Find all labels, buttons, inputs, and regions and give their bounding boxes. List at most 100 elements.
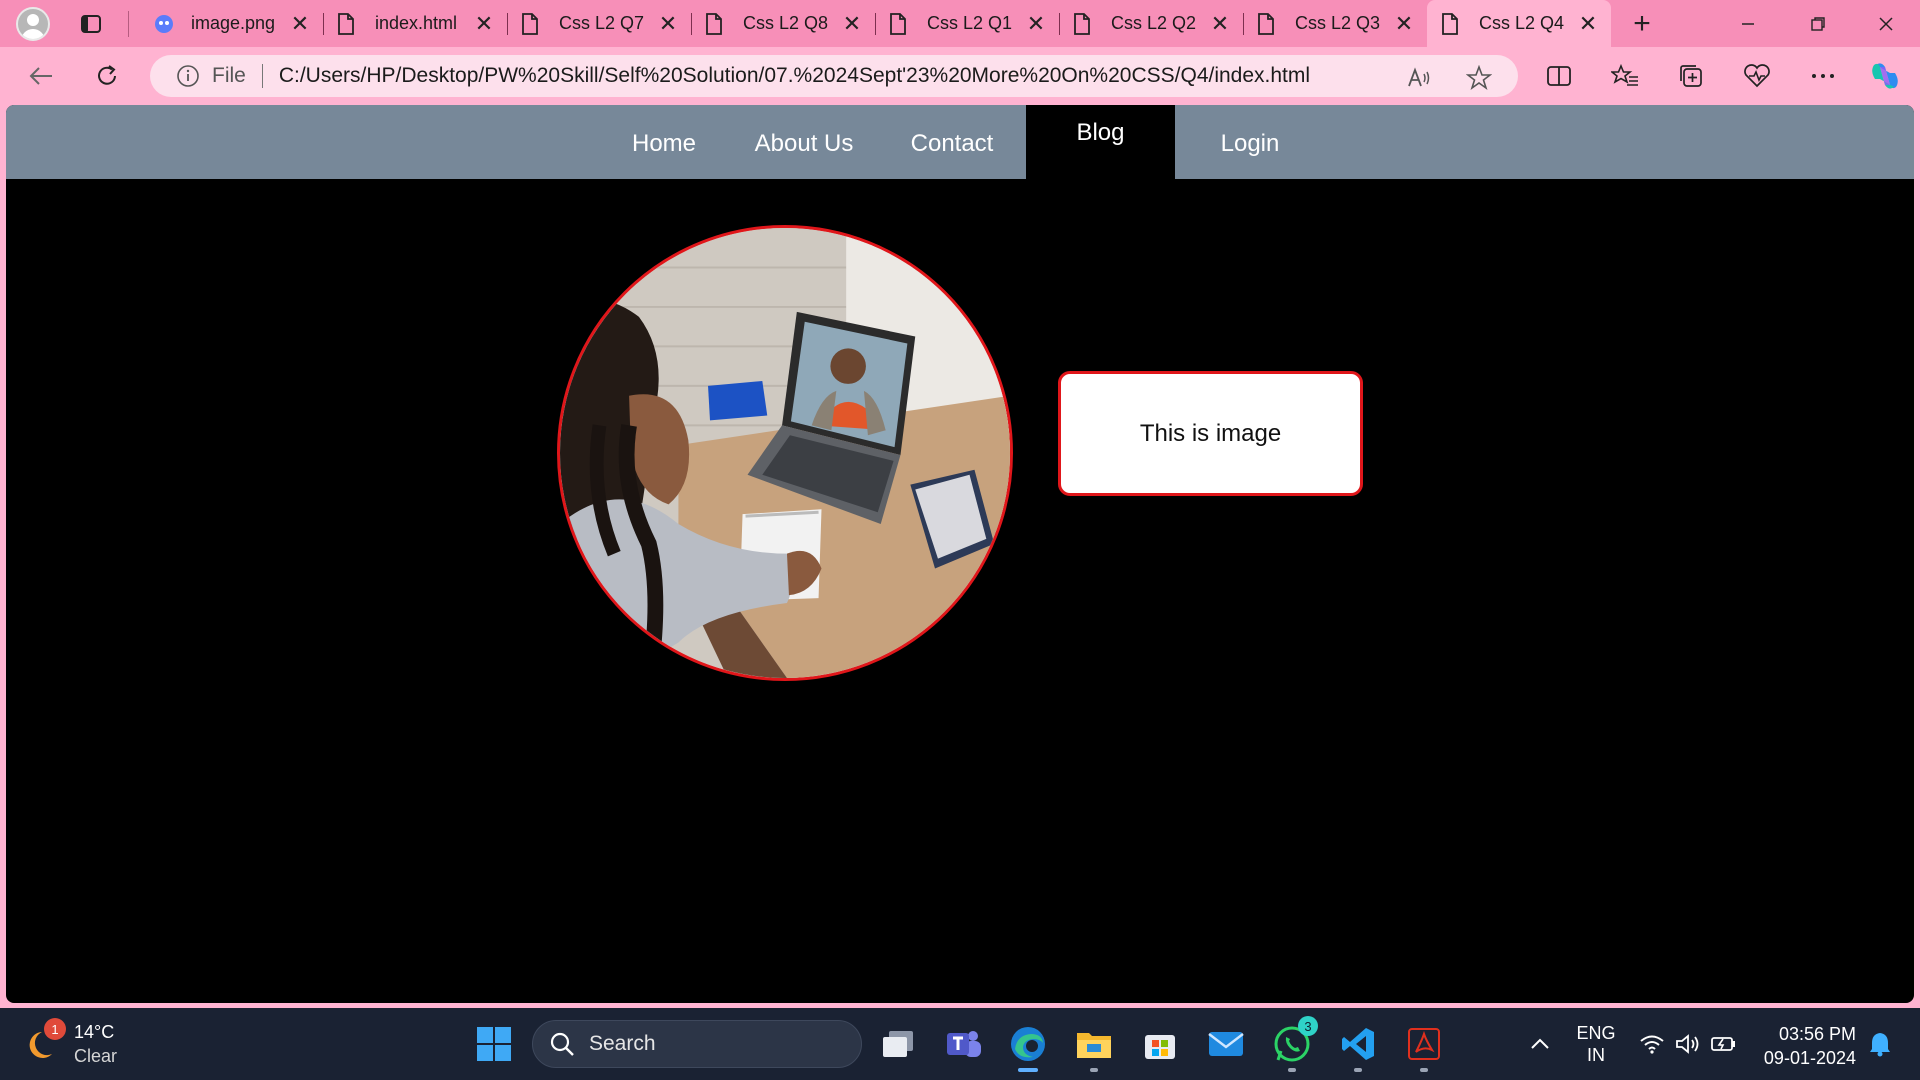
minimize-icon[interactable] [1718,0,1778,47]
restore-icon[interactable] [1788,0,1848,47]
close-icon[interactable]: ✕ [1393,11,1415,37]
close-window-icon[interactable] [1856,0,1916,47]
running-app-indicator [1288,1068,1296,1072]
nav-home[interactable]: Home [598,105,730,179]
tab-label: image.png [191,13,276,33]
system-clock[interactable]: 03:56 PM 09-01-2024 [1752,1022,1856,1070]
tab-css-l2-q2[interactable]: Css L2 Q2 ✕ [1059,0,1243,47]
close-icon[interactable]: ✕ [289,11,311,37]
collections-icon[interactable] [1674,59,1708,93]
file-icon [889,12,909,35]
refresh-icon[interactable] [90,59,124,93]
running-app-indicator [1354,1068,1362,1072]
image-caption-box: This is image [1058,371,1363,496]
taskbar-search[interactable]: Search [532,1020,862,1068]
edge-icon[interactable] [1006,1022,1050,1072]
nav-login-label: Login [1220,130,1280,157]
whatsapp-badge: 3 [1298,1016,1318,1036]
nav-blog-label: Blog [1076,119,1125,146]
file-icon [705,12,725,35]
file-icon [337,12,357,35]
search-label: Search [589,1032,656,1055]
browser-essentials-icon[interactable] [1740,59,1774,93]
tab-label: Css L2 Q8 [743,13,829,33]
info-icon[interactable] [176,64,200,88]
favorites-icon[interactable] [1608,59,1642,93]
tab-css-l2-q7[interactable]: Css L2 Q7 ✕ [507,0,691,47]
tab-label: Css L2 Q2 [1111,13,1197,33]
file-icon [1257,12,1277,35]
address-bar[interactable]: File C:/Users/HP/Desktop/PW%20Skill/Self… [150,55,1518,97]
close-icon[interactable]: ✕ [841,11,863,37]
tab-css-l2-q3[interactable]: Css L2 Q3 ✕ [1243,0,1427,47]
tab-css-l2-q8[interactable]: Css L2 Q8 ✕ [691,0,875,47]
microsoft-store-icon[interactable] [1138,1022,1182,1066]
weather-temp: 14°C [74,1022,115,1042]
url-text[interactable]: C:/Users/HP/Desktop/PW%20Skill/Self%20So… [279,64,1310,88]
weather-widget[interactable]: 1 14°C Clear [26,1018,118,1068]
nav-about-label: About Us [754,130,854,157]
tab-css-l2-q1[interactable]: Css L2 Q1 ✕ [875,0,1059,47]
notification-bell-icon[interactable] [1858,1022,1902,1066]
close-icon[interactable]: ✕ [1209,11,1231,37]
search-icon [549,1031,575,1057]
tab-css-l2-q4[interactable]: Css L2 Q4 ✕ [1427,0,1611,47]
running-app-indicator [1420,1068,1428,1072]
weather-badge: 1 [44,1018,66,1040]
windows-start-icon[interactable] [472,1022,516,1066]
read-aloud-icon[interactable] [1404,63,1434,93]
back-arrow-icon[interactable] [24,59,58,93]
mail-icon[interactable] [1204,1022,1248,1066]
tab-label: Css L2 Q4 [1479,13,1565,33]
battery-icon[interactable] [1702,1022,1746,1066]
page-viewport: Home About Us Contact Blog Login This is… [6,105,1914,1003]
tab-label: index.html [375,13,458,33]
task-view-icon[interactable] [876,1022,920,1066]
file-icon [1073,12,1093,35]
more-options-icon[interactable] [1806,59,1840,93]
close-icon[interactable]: ✕ [657,11,679,37]
close-icon[interactable]: ✕ [473,11,495,37]
split-screen-icon[interactable] [1542,59,1576,93]
close-icon[interactable]: ✕ [1577,11,1599,37]
nav-contact-label: Contact [910,130,994,157]
active-app-indicator [1018,1068,1038,1072]
nav-about-us[interactable]: About Us [730,105,878,179]
windows-taskbar: 1 14°C Clear Search 3 ENG IN 03:56 PM 09… [0,1008,1920,1080]
copilot-icon [153,13,173,35]
language-indicator[interactable]: ENG IN [1574,1022,1618,1066]
weather-condition: Clear [74,1046,118,1066]
nav-contact[interactable]: Contact [878,105,1026,179]
region-code: IN [1587,1045,1605,1065]
tab-label: Css L2 Q3 [1295,13,1381,33]
profile-avatar[interactable] [16,6,50,41]
chevron-up-icon[interactable] [1518,1022,1562,1066]
running-app-indicator [1090,1068,1098,1072]
browser-toolbar: File C:/Users/HP/Desktop/PW%20Skill/Self… [0,47,1920,104]
copilot-icon[interactable] [1868,59,1902,93]
clock-date: 09-01-2024 [1763,1048,1856,1068]
tab-label: Css L2 Q7 [559,13,645,33]
file-explorer-icon[interactable] [1072,1022,1116,1072]
tab-index-html[interactable]: index.html ✕ [323,0,507,47]
acrobat-icon[interactable] [1402,1022,1446,1072]
tab-image-png[interactable]: image.png ✕ [139,0,323,47]
nav-home-label: Home [631,130,697,157]
nav-blog[interactable]: Blog [1026,105,1175,179]
tab-actions-icon[interactable] [78,11,104,37]
tab-strip: image.png ✕ index.html ✕ Css L2 Q7 ✕ Css… [0,0,1920,47]
vscode-icon[interactable] [1336,1022,1380,1072]
tab-label: Css L2 Q1 [927,13,1013,33]
scheme-label: File [212,64,246,87]
clock-time: 03:56 PM [1778,1024,1856,1044]
close-icon[interactable]: ✕ [1025,11,1047,37]
teams-icon[interactable] [942,1022,986,1066]
whatsapp-icon[interactable]: 3 [1270,1016,1318,1072]
favorite-star-icon[interactable] [1464,63,1494,93]
image-caption-text: This is image [1139,419,1282,447]
new-tab-button[interactable]: + [1627,7,1657,41]
omnibox-divider [261,64,263,88]
site-navbar: Home About Us Contact Blog Login [6,105,1914,179]
nav-login[interactable]: Login [1175,105,1325,179]
file-icon [521,12,541,35]
